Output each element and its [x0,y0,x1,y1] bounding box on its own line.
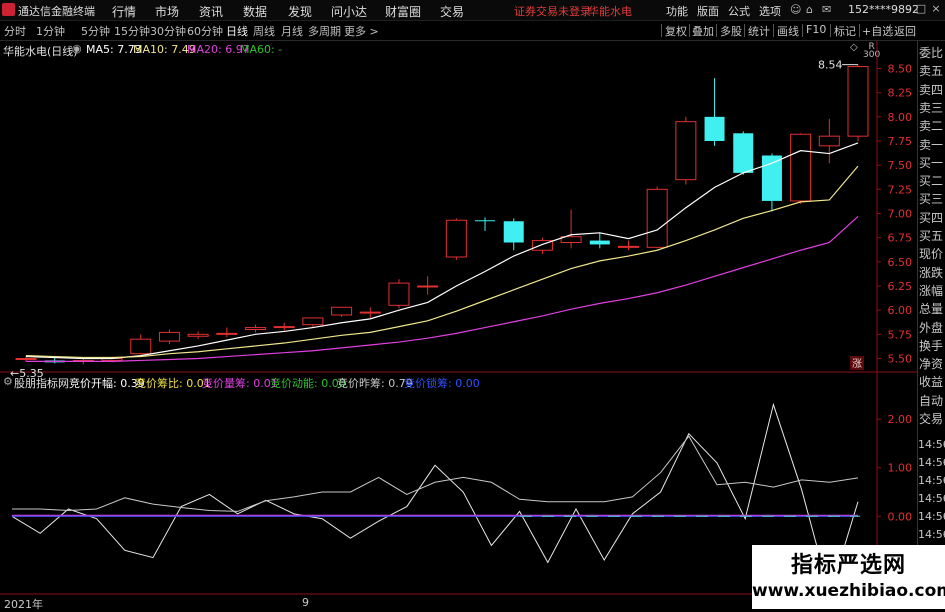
price-tick-label: 8.50 [888,63,913,76]
candle-body [273,326,295,329]
quote-label: 现价 [919,247,944,262]
quote-label: 买四 [919,210,944,225]
quote-label: 卖三 [919,100,944,115]
candle-body [475,220,496,222]
sub-tick-label: 1.00 [888,462,913,475]
price-tick-label: 7.75 [888,135,913,148]
candle-body [130,338,152,355]
watermark: 指标严选网 www.xuezhibiao.com [752,545,945,609]
zhang-badge-label: 涨 [852,358,862,370]
price-tick-label: 5.50 [888,353,913,366]
price-tick-label: 6.00 [888,304,913,317]
candle-body [245,327,267,331]
candle-body [187,333,209,337]
axis-layer: 8.50 8.25 8.00 7.75 7.50 7.25 7.00 6.75 6.50 6.25… [877,63,912,572]
candle-body [761,155,782,201]
low-price-label: ←5.35 [10,367,44,380]
candle-body [216,332,238,335]
candle-body [359,311,381,314]
candle-body [158,331,180,342]
quote-label: 委比 [919,46,944,60]
trade-time: 14:56 [918,474,945,487]
ma-line-ma10 [25,165,859,359]
candle-body [646,188,668,248]
quote-label: 净资 [919,357,944,372]
price-tick-label: 7.25 [888,183,913,196]
xaxis-label-year: 2021年 [4,598,43,611]
candle-body [331,306,353,316]
candle-body [445,219,467,258]
price-tick-label: 8.00 [888,111,913,124]
trade-time: 14:56 [918,456,945,469]
price-tick-label: 7.00 [888,208,913,221]
indicator-line-1 [12,435,859,512]
quote-label: 外盘 [919,320,944,335]
candle-body [417,285,439,288]
quote-label: 卖四 [919,82,944,97]
candle-body [790,133,812,202]
xaxis-label-month: 9 [302,596,309,609]
quote-label: 买五 [919,229,944,243]
quote-label: 卖二 [919,119,944,134]
price-tick-label: 8.25 [888,87,913,100]
watermark-url: www.xuezhibiao.com [752,581,945,601]
price-tick-label: 7.50 [888,159,913,172]
quote-label: 涨幅 [919,283,944,298]
trade-time: 14:56 [918,438,945,451]
indicator-layer [11,402,860,596]
quote-label: 买二 [919,174,944,189]
kline-chart[interactable]: 8.54 ←5.35 涨 8.50 8.25 8.00 7.75 7.50 7.25 7.00 6… [0,0,945,609]
candle-body [302,317,324,326]
candle-body [733,133,754,173]
candle-body [388,282,410,306]
grid-layer [0,41,917,609]
quote-label: 涨跌 [919,265,944,280]
quote-label: 买三 [919,192,944,207]
indicator-line-0 [11,402,859,596]
price-tick-label: 6.75 [888,232,913,245]
quote-label: 自动 [919,393,944,408]
quote-label: 收益 [919,375,944,390]
trade-time: 14:56 [918,510,945,523]
candle-body [818,135,840,147]
trade-time: 14:56 [918,492,945,505]
price-tick-label: 5.75 [888,328,913,341]
candle-body [675,121,697,181]
quote-label: 交易 [919,412,944,426]
price-tick-label: 6.50 [888,256,913,269]
candle-body [704,116,725,141]
quote-label: 买一 [919,155,944,170]
quote-label: 总量 [919,302,944,317]
candle-body [503,221,524,243]
candlestick-layer: 8.54 ←5.35 涨 [10,59,869,380]
ma-line-ma5 [25,142,859,360]
candle-body [847,66,869,137]
candle-body [589,240,610,245]
candle-body [617,245,639,248]
quote-label: 卖五 [919,64,944,79]
sub-tick-label: 2.00 [888,413,913,426]
quote-label: 卖一 [919,137,944,152]
high-price-label: 8.54 [818,59,843,72]
trade-time: 14:56 [918,528,945,541]
quote-label: 换手 [919,338,944,353]
sub-tick-label: 0.00 [888,510,913,523]
watermark-title: 指标严选网 [790,553,906,578]
candle-body [15,358,37,360]
price-tick-label: 6.25 [888,280,913,293]
